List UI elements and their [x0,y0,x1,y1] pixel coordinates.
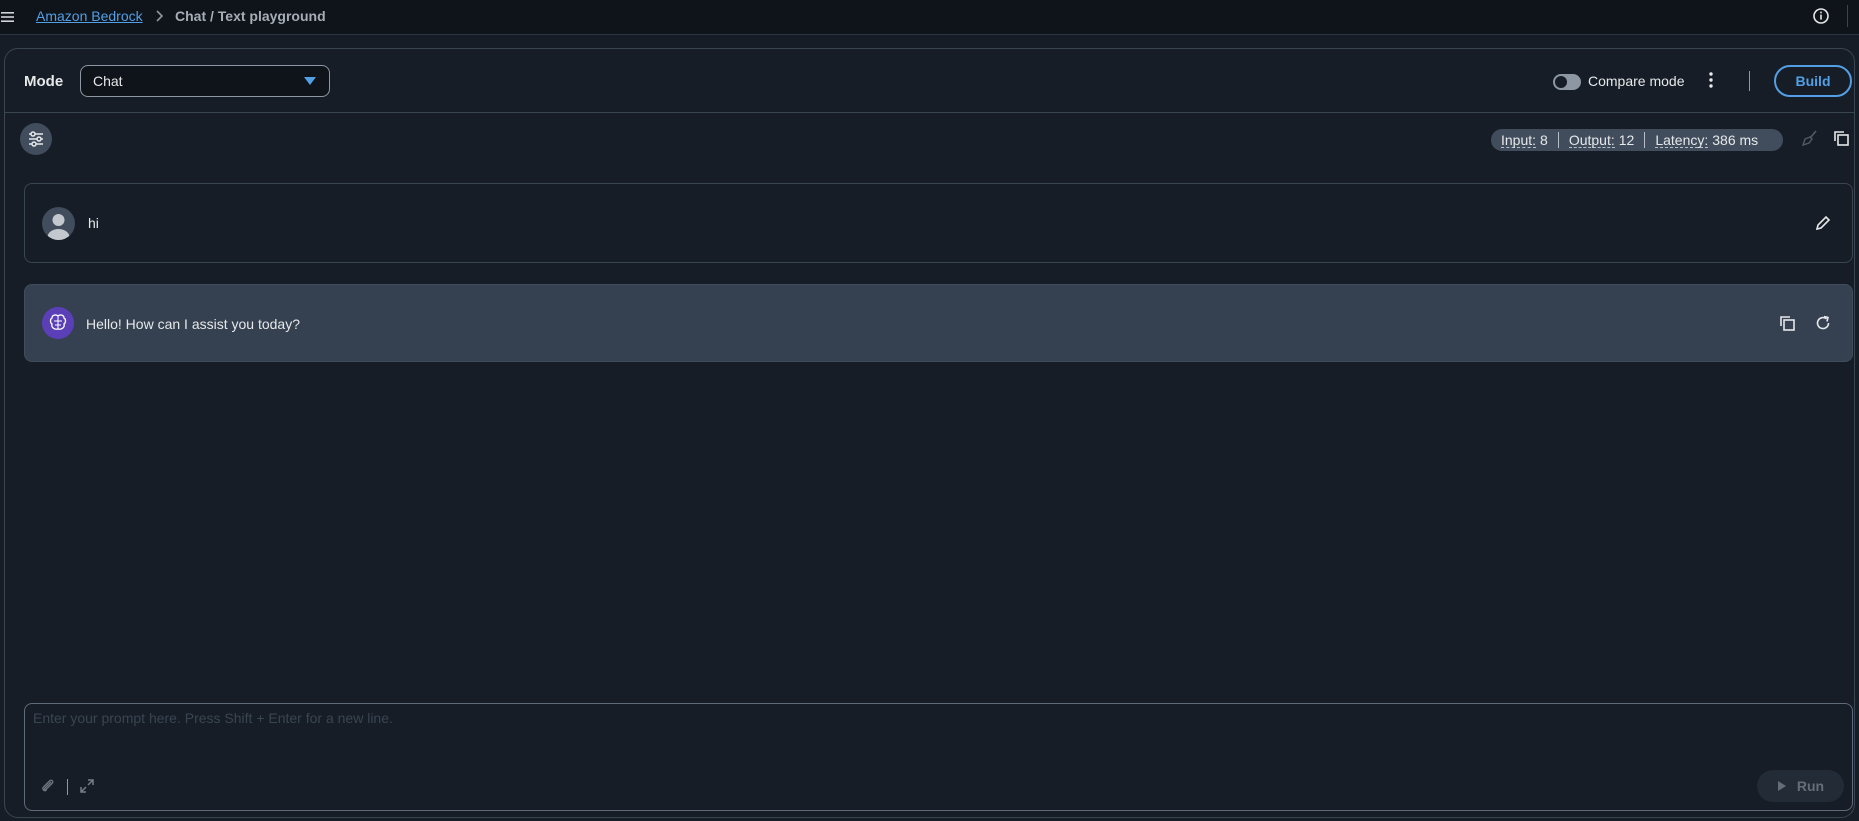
metric-input: Input: 8 [1491,132,1558,148]
top-navigation-bar: Amazon Bedrock Chat / Text playground [0,0,1859,35]
copy-icon[interactable] [1832,129,1850,147]
prompt-input[interactable] [33,710,1843,750]
refresh-icon[interactable] [1814,314,1832,332]
more-options-icon[interactable] [1708,71,1714,89]
mode-label: Mode [24,73,64,90]
metric-input-value: 8 [1540,132,1548,148]
run-button[interactable]: Run [1757,770,1844,802]
metric-output: Output: 12 [1557,132,1645,148]
build-button[interactable]: Build [1774,65,1852,97]
paperclip-icon[interactable] [39,777,57,795]
pencil-icon[interactable] [1814,214,1832,232]
expand-icon[interactable] [78,777,96,795]
prompt-box: Run [24,703,1853,811]
playground-container: Mode Chat Compare mode Build Input: 8 Ou… [4,48,1855,818]
header-divider [1749,71,1750,91]
breadcrumb-link-amazon-bedrock[interactable]: Amazon Bedrock [36,8,143,24]
assistant-message: Hello! How can I assist you today? [24,284,1853,362]
compare-mode-label: Compare mode [1588,73,1685,89]
chevron-right-icon [156,10,164,22]
metric-input-label[interactable]: Input: [1501,133,1537,148]
model-avatar [42,307,74,339]
run-button-label: Run [1796,778,1825,794]
assistant-message-text: Hello! How can I assist you today? [86,316,300,332]
metric-latency: Latency: 386 ms [1644,132,1768,148]
broom-icon[interactable] [1801,129,1819,147]
menu-icon[interactable] [0,9,16,25]
toggle-knob [1555,76,1567,88]
metrics-badge: Input: 8 Output: 12 Latency: 386 ms [1491,129,1783,151]
metric-output-label[interactable]: Output: [1568,133,1615,148]
user-avatar [42,207,75,240]
info-icon[interactable] [1812,7,1830,25]
caret-down-icon [304,77,316,85]
brain-icon [42,307,74,339]
user-message-text: hi [88,215,99,231]
mode-select-value: Chat [93,73,123,89]
model-settings-button[interactable] [20,123,52,155]
compare-mode-toggle[interactable] [1553,74,1581,90]
breadcrumb-current-page: Chat / Text playground [175,8,326,24]
play-icon [1777,781,1786,791]
mode-select[interactable]: Chat [80,65,330,97]
user-message: hi [24,183,1853,263]
sliders-icon [29,131,43,147]
user-avatar-icon [47,214,70,240]
topbar-divider [1847,5,1848,27]
prompt-toolbar-divider [67,779,68,795]
playground-header: Mode Chat Compare mode Build [5,49,1854,113]
metric-output-value: 12 [1618,132,1635,148]
copy-icon[interactable] [1778,314,1796,332]
metric-latency-value: 386 ms [1712,132,1759,148]
metric-latency-label[interactable]: Latency: [1655,133,1709,148]
